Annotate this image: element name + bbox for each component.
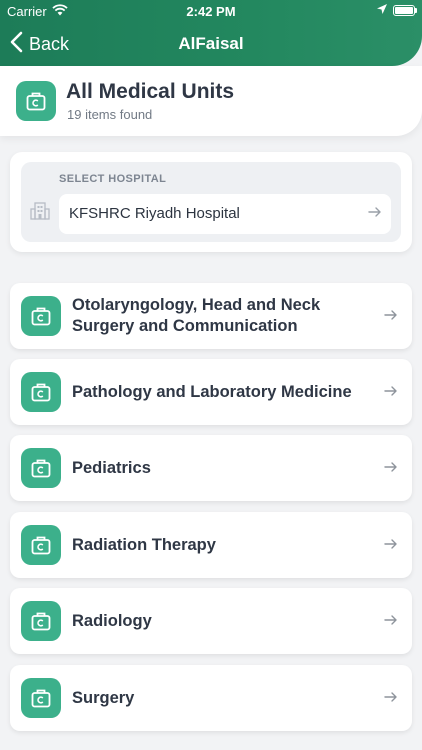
arrow-right-icon	[383, 689, 399, 710]
unit-label: Radiology	[72, 612, 152, 630]
hospital-select-value: KFSHRC Riyadh Hospital	[69, 205, 240, 222]
medical-bag-icon	[21, 448, 61, 488]
battery-tip	[415, 8, 417, 13]
arrow-right-icon	[383, 383, 399, 404]
hospital-select-card: SELECT HOSPITAL KFSHRC Riyadh Hospital	[10, 152, 412, 252]
building-icon	[30, 202, 50, 225]
medical-bag-icon	[21, 372, 61, 412]
medical-bag-icon	[21, 296, 61, 336]
nav-bar: Back AlFaisal	[0, 28, 422, 60]
battery-icon	[393, 5, 415, 16]
list-item[interactable]: Pediatrics	[10, 435, 412, 501]
arrow-right-icon	[383, 459, 399, 480]
summary-card: All Medical Units 19 items found	[0, 66, 422, 136]
unit-label: Surgery	[72, 689, 135, 707]
summary-title: All Medical Units	[66, 80, 235, 103]
list-item[interactable]: Radiology	[10, 588, 412, 654]
hospital-select-panel: SELECT HOSPITAL KFSHRC Riyadh Hospital	[21, 162, 401, 242]
list-item[interactable]: Pathology and Laboratory Medicine	[10, 359, 412, 425]
select-hospital-label: SELECT HOSPITAL	[59, 173, 167, 185]
unit-label: Pediatrics	[72, 459, 151, 477]
hospital-select-field[interactable]: KFSHRC Riyadh Hospital	[59, 194, 391, 234]
nav-header: Carrier 2:42 PM Back AlFaisal	[0, 0, 422, 66]
medical-bag-icon	[21, 525, 61, 565]
unit-label: Pathology and Laboratory Medicine	[72, 383, 352, 401]
medical-bag-icon	[16, 81, 56, 121]
items-count: 19 items found	[67, 107, 153, 122]
list-item[interactable]: Radiation Therapy	[10, 512, 412, 578]
medical-bag-icon	[21, 601, 61, 641]
arrow-right-icon	[383, 307, 399, 328]
list-item[interactable]: Surgery	[10, 665, 412, 731]
arrow-right-icon	[367, 204, 383, 225]
arrow-right-icon	[383, 536, 399, 557]
list-item[interactable]: Otolaryngology, Head and Neck Surgery an…	[10, 283, 412, 349]
location-arrow-icon	[376, 3, 388, 18]
unit-label: Radiation Therapy	[72, 536, 216, 554]
status-time: 2:42 PM	[186, 4, 236, 19]
status-bar: Carrier 2:42 PM	[0, 0, 422, 22]
arrow-right-icon	[383, 612, 399, 633]
page-title: AlFaisal	[178, 34, 244, 53]
medical-bag-icon	[21, 678, 61, 718]
unit-label: Otolaryngology, Head and Neck Surgery an…	[72, 296, 321, 335]
